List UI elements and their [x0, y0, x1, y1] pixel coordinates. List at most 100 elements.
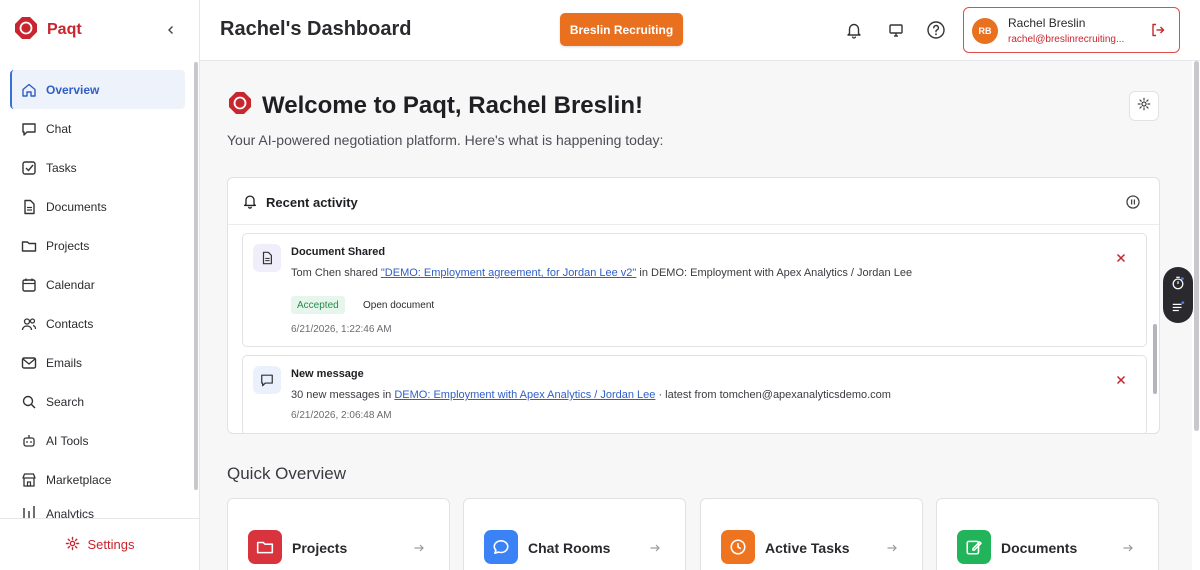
- folder-icon: [248, 530, 282, 564]
- calendar-icon: [20, 276, 38, 294]
- sidebar-item-marketplace[interactable]: Marketplace: [10, 460, 185, 499]
- dashboard-settings-button[interactable]: [1129, 91, 1159, 121]
- top-header: Rachel's Dashboard Breslin Recruiting RB…: [200, 0, 1200, 61]
- activity-desc-text: Tom Chen shared: [291, 267, 381, 279]
- main-content: Welcome to Paqt, Rachel Breslin! Your AI…: [200, 61, 1192, 570]
- close-icon[interactable]: [1114, 373, 1128, 387]
- home-icon: [20, 81, 38, 99]
- sidebar-item-label: Documents: [46, 199, 107, 214]
- sidebar-item-contacts[interactable]: Contacts: [10, 304, 185, 343]
- sidebar-item-label: Contacts: [46, 316, 94, 331]
- quick-card-label: Active Tasks: [765, 540, 850, 556]
- paqt-logo-icon: [228, 91, 252, 120]
- status-badge: Accepted: [291, 296, 345, 314]
- activity-description: Tom Chen shared "DEMO: Employment agreem…: [291, 267, 912, 279]
- gear-icon: [65, 536, 80, 554]
- sidebar-item-search[interactable]: Search: [10, 382, 185, 421]
- activity-desc-text: · latest from tomchen@apexanalyticsdemo.…: [655, 389, 891, 401]
- document-icon: [253, 244, 281, 272]
- bell-icon[interactable]: [844, 20, 864, 40]
- quick-overview-title: Quick Overview: [227, 464, 347, 483]
- arrow-right-icon: [648, 541, 662, 555]
- avatar: RB: [972, 18, 998, 44]
- folder-icon: [20, 237, 38, 255]
- list-icon[interactable]: [1170, 299, 1186, 315]
- user-email: rachel@breslinrecruiting...: [1008, 34, 1125, 45]
- shared-document-link[interactable]: "DEMO: Employment agreement, for Jordan …: [381, 267, 636, 279]
- search-icon: [20, 393, 38, 411]
- brand[interactable]: Paqt: [14, 16, 82, 45]
- sidebar-item-calendar[interactable]: Calendar: [10, 265, 185, 304]
- sidebar-item-projects[interactable]: Projects: [10, 226, 185, 265]
- quick-card-active-tasks[interactable]: Active Tasks: [700, 498, 923, 570]
- activity-timestamp: 6/21/2026, 1:22:46 AM: [291, 324, 392, 335]
- brand-name: Paqt: [47, 21, 82, 38]
- sidebar-item-label: Chat: [46, 121, 72, 136]
- bot-icon: [20, 432, 38, 450]
- logout-icon[interactable]: [1150, 22, 1166, 38]
- sidebar-item-chat[interactable]: Chat: [10, 109, 185, 148]
- sidebar-scrollbar[interactable]: [194, 62, 198, 490]
- settings-label: Settings: [87, 537, 135, 552]
- store-icon: [20, 471, 38, 489]
- page-title: Rachel's Dashboard: [220, 18, 412, 40]
- user-name: Rachel Breslin: [1008, 16, 1086, 30]
- quick-card-projects[interactable]: Projects: [227, 498, 450, 570]
- activity-desc-text: in DEMO: Employment with Apex Analytics …: [636, 267, 913, 279]
- user-profile-card[interactable]: RB Rachel Breslin rachel@breslinrecruiti…: [963, 7, 1180, 53]
- activity-scrollbar[interactable]: [1153, 324, 1157, 394]
- main-scrollbar[interactable]: [1192, 61, 1200, 570]
- timer-icon[interactable]: [1170, 275, 1186, 291]
- quick-card-label: Documents: [1001, 540, 1078, 556]
- recent-activity-title: Recent activity: [266, 195, 358, 210]
- quick-card-chat-rooms[interactable]: Chat Rooms: [463, 498, 686, 570]
- activity-timestamp: 6/21/2026, 2:06:48 AM: [291, 410, 392, 421]
- organization-button[interactable]: Breslin Recruiting: [560, 13, 683, 46]
- paqt-logo-icon: [14, 16, 38, 45]
- sidebar-item-overview[interactable]: Overview: [10, 70, 185, 109]
- arrow-right-icon: [412, 541, 426, 555]
- welcome-header: Welcome to Paqt, Rachel Breslin!: [228, 91, 643, 120]
- welcome-subtitle: Your AI-powered negotiation platform. He…: [227, 132, 664, 148]
- edit-icon: [957, 530, 991, 564]
- activity-desc-text: 30 new messages in: [291, 389, 395, 401]
- close-icon[interactable]: [1114, 251, 1128, 265]
- check-square-icon: [20, 159, 38, 177]
- sidebar-item-label: Emails: [46, 355, 83, 370]
- recent-activity-panel: Recent activity Document Shared Tom Chen…: [227, 177, 1160, 434]
- help-icon[interactable]: [926, 20, 946, 40]
- quick-card-label: Projects: [292, 540, 348, 556]
- sidebar-item-documents[interactable]: Documents: [10, 187, 185, 226]
- bell-icon: [242, 193, 258, 212]
- scrollbar-thumb[interactable]: [1194, 61, 1199, 431]
- activity-item: New message 30 new messages in DEMO: Emp…: [242, 355, 1147, 433]
- activity-item: Document Shared Tom Chen shared "DEMO: E…: [242, 233, 1147, 347]
- arrow-right-icon: [885, 541, 899, 555]
- open-document-button[interactable]: Open document: [357, 296, 441, 314]
- sidebar: Paqt Overview Chat Tasks Documents Proje…: [0, 0, 200, 570]
- sidebar-item-ai-tools[interactable]: AI Tools: [10, 421, 185, 460]
- chat-room-link[interactable]: DEMO: Employment with Apex Analytics / J…: [394, 389, 655, 401]
- divider: [228, 224, 1159, 225]
- activity-title: New message: [291, 368, 364, 380]
- mail-icon: [20, 354, 38, 372]
- sidebar-item-label: AI Tools: [46, 433, 89, 448]
- sidebar-item-tasks[interactable]: Tasks: [10, 148, 185, 187]
- chevron-left-icon[interactable]: [162, 21, 180, 39]
- quick-card-documents[interactable]: Documents: [936, 498, 1159, 570]
- clock-icon: [721, 530, 755, 564]
- sidebar-item-label: Search: [46, 394, 85, 409]
- welcome-title: Welcome to Paqt, Rachel Breslin!: [262, 91, 643, 119]
- activity-description: 30 new messages in DEMO: Employment with…: [291, 389, 891, 401]
- recent-activity-header: Recent activity: [242, 193, 358, 212]
- sidebar-nav: Overview Chat Tasks Documents Projects C…: [10, 70, 185, 521]
- monitor-icon[interactable]: [886, 20, 906, 40]
- sidebar-item-emails[interactable]: Emails: [10, 343, 185, 382]
- message-icon: [253, 366, 281, 394]
- chat-icon: [484, 530, 518, 564]
- sidebar-item-label: Overview: [46, 82, 100, 97]
- chat-icon: [20, 120, 38, 138]
- activity-title: Document Shared: [291, 246, 386, 258]
- settings-button[interactable]: Settings: [0, 518, 199, 570]
- pause-icon[interactable]: [1125, 194, 1141, 210]
